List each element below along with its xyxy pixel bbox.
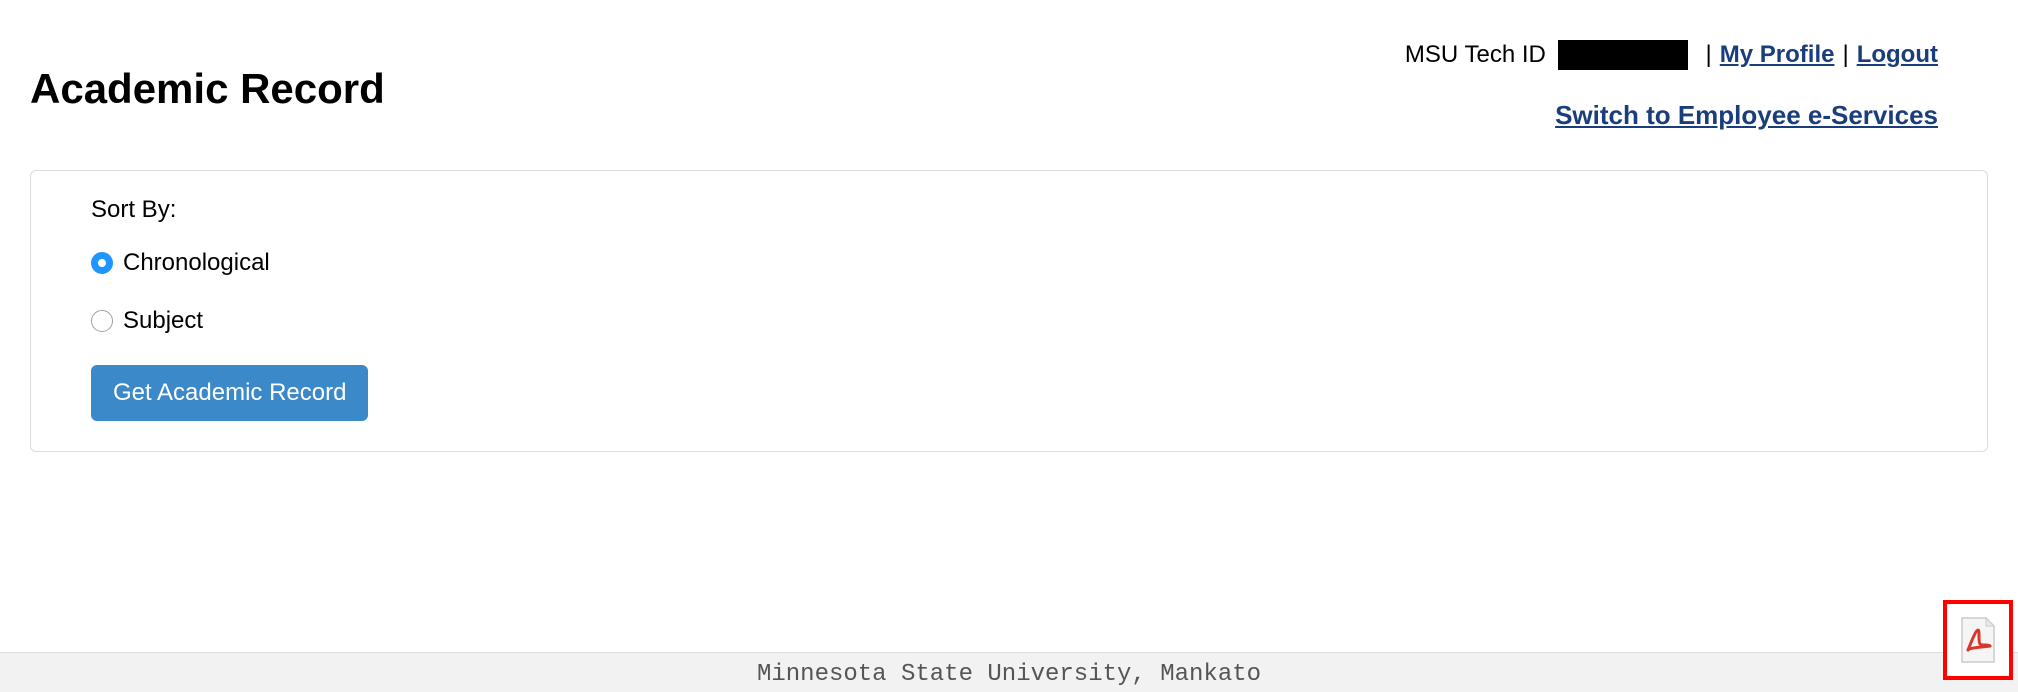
page-title: Academic Record bbox=[30, 65, 385, 113]
tech-id-line: MSU Tech ID | My Profile | Logout bbox=[1405, 40, 1938, 70]
radio-subject[interactable]: Subject bbox=[91, 307, 1927, 335]
radio-label-subject: Subject bbox=[123, 307, 203, 335]
radio-label-chronological: Chronological bbox=[123, 249, 270, 277]
get-academic-record-button[interactable]: Get Academic Record bbox=[91, 365, 368, 421]
my-profile-link[interactable]: My Profile bbox=[1720, 41, 1835, 69]
sort-radio-group: Chronological Subject bbox=[91, 249, 1927, 335]
radio-chronological[interactable]: Chronological bbox=[91, 249, 1927, 277]
pdf-icon bbox=[1958, 616, 1998, 664]
radio-icon bbox=[91, 252, 113, 274]
pdf-download-button[interactable] bbox=[1943, 600, 2013, 680]
switch-eservices-link[interactable]: Switch to Employee e-Services bbox=[1555, 100, 1938, 130]
separator: | bbox=[1706, 41, 1712, 69]
tech-id-value-redacted bbox=[1558, 40, 1688, 70]
tech-id-label: MSU Tech ID bbox=[1405, 41, 1553, 69]
sort-panel: Sort By: Chronological Subject Get Acade… bbox=[30, 170, 1988, 452]
header-links: MSU Tech ID | My Profile | Logout Switch… bbox=[1405, 40, 1938, 131]
logout-link[interactable]: Logout bbox=[1857, 41, 1938, 69]
sort-by-label: Sort By: bbox=[91, 196, 1927, 224]
footer-text: Minnesota State University, Mankato bbox=[757, 661, 1261, 688]
separator: | bbox=[1842, 41, 1848, 69]
footer: Minnesota State University, Mankato bbox=[0, 652, 2018, 692]
radio-icon bbox=[91, 310, 113, 332]
